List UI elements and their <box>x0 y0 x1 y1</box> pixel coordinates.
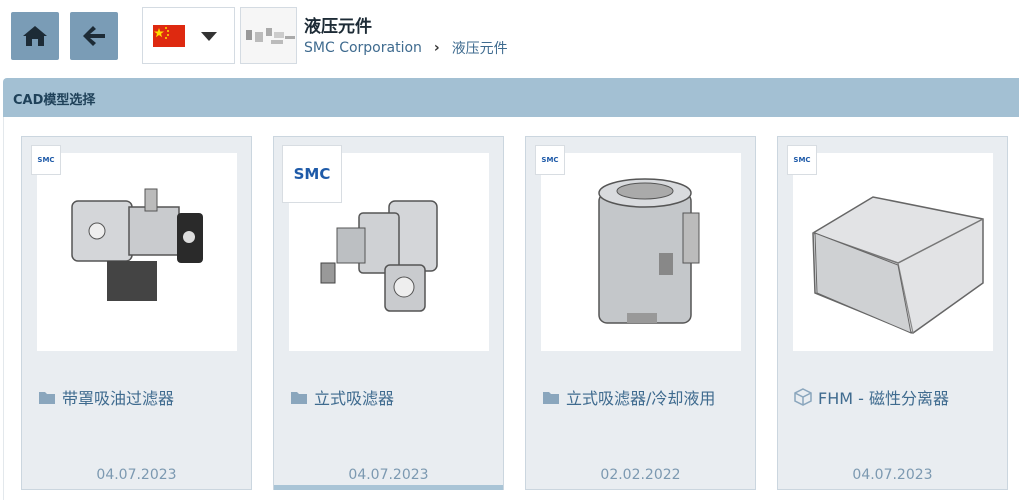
card-label-text: FHM - 磁性分离器 <box>818 389 949 408</box>
model-image <box>793 153 993 351</box>
model-card[interactable]: SMC 立式吸滤器/冷却液用 02.02.2022 <box>525 136 756 490</box>
card-date: 02.02.2022 <box>600 467 681 483</box>
breadcrumb-item-root[interactable]: SMC Corporation <box>304 40 422 56</box>
card-date: 04.07.2023 <box>852 467 933 483</box>
chevron-down-icon <box>201 32 217 41</box>
model-image <box>541 153 741 351</box>
panel-title: CAD模型选择 <box>13 93 96 108</box>
breadcrumb: SMC Corporation › 液压元件 <box>304 38 508 58</box>
card-label: 立式吸滤器/冷却液用 <box>542 385 715 409</box>
card-label-text: 立式吸滤器 <box>314 389 395 408</box>
card-label-text: 带罩吸油过滤器 <box>62 389 175 408</box>
home-button[interactable] <box>11 12 59 60</box>
smc-logo: SMC <box>31 145 61 175</box>
arrow-left-icon <box>83 26 105 46</box>
smc-logo: SMC <box>282 145 342 203</box>
top-toolbar: 液压元件 SMC Corporation › 液压元件 <box>0 0 1019 76</box>
cube-icon <box>794 388 812 406</box>
folder-icon <box>38 390 56 405</box>
model-image <box>37 153 237 351</box>
model-card[interactable]: SMC 带罩吸油过滤器 04.07.2023 <box>21 136 252 490</box>
chevron-right-icon: › <box>433 40 440 56</box>
model-card[interactable]: SMC FHM - 磁性分离器 04.07.2023 <box>777 136 1008 490</box>
smc-logo: SMC <box>787 145 817 175</box>
card-label-text: 立式吸滤器/冷却液用 <box>566 389 716 408</box>
back-button[interactable] <box>70 12 118 60</box>
language-selector[interactable] <box>142 7 235 64</box>
card-label: 立式吸滤器 <box>290 385 394 409</box>
card-date: 04.07.2023 <box>348 467 429 483</box>
card-label: 带罩吸油过滤器 <box>38 385 174 409</box>
category-thumbnail <box>240 7 297 64</box>
page-title: 液压元件 <box>304 17 372 37</box>
card-label: FHM - 磁性分离器 <box>794 385 949 409</box>
folder-icon <box>290 390 308 405</box>
breadcrumb-item-current[interactable]: 液压元件 <box>452 38 508 58</box>
home-icon <box>23 26 47 46</box>
model-card[interactable]: SMC 立式吸滤器 04.07.2023 <box>273 136 504 490</box>
active-indicator <box>274 485 503 490</box>
folder-icon <box>542 390 560 405</box>
model-grid: SMC 带罩吸油过滤器 04.07.2023 SMC 立式吸滤器 04.07.2… <box>3 117 1019 500</box>
card-date: 04.07.2023 <box>96 467 177 483</box>
panel-header: CAD模型选择 <box>3 78 1019 117</box>
china-flag-icon <box>153 25 185 47</box>
smc-logo: SMC <box>535 145 565 175</box>
